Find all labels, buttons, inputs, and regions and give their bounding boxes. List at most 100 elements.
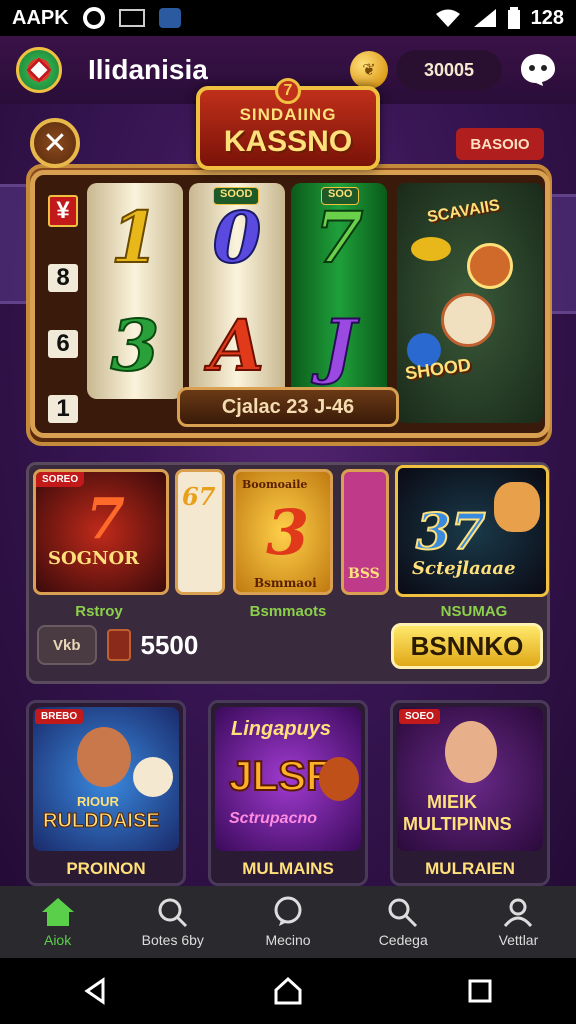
tile-label: Sctejlaaae [412,558,516,579]
status-bar: AAPK 128 [0,0,576,36]
search-icon [158,898,187,928]
card-art-main: MULTIPINNS [403,814,512,834]
nav-label: Cedega [378,932,428,948]
game-card[interactable]: BREBO RIOUR RULDDAISE PROINON [26,700,186,886]
nav-label: Aiok [43,932,72,948]
reel-1: 1 3 [87,183,183,399]
nav-search-2[interactable]: Cedega [346,886,461,958]
promo-top-text: SCAVAIIS [425,196,502,227]
home-nav-icon[interactable] [273,976,303,1006]
game-card[interactable]: SOEO MIEIK MULTIPINNS MULRAIEN [390,700,550,886]
chip-icon [467,243,513,289]
circle-icon [82,7,105,29]
king-mascot-icon [77,727,131,787]
tile-symbol: 37 [415,501,487,562]
bet-amount: 5500 [140,629,199,660]
reel-symbol: 7 [314,195,365,280]
chat-icon[interactable] [516,48,560,92]
side-symbol: ¥ [48,195,78,227]
person-mascot-icon [445,721,497,783]
card-art-sub: Sctrupacno [229,810,318,827]
battery-icon [507,7,520,29]
card-art: Lingapuys JLSR Sctrupacno [215,707,361,851]
back-icon[interactable] [81,976,111,1006]
home-icon [41,898,74,926]
app-icon [158,8,181,28]
game-tile[interactable]: 37 Sctejlaaae [395,465,549,597]
tile-label: SOGNOR [48,548,140,569]
card-caption: PROINON [66,859,146,878]
slot-reels[interactable]: ¥ 8 6 1 1 3 SOOD 0 A SOO 7 J SCAVAIIS SH… [30,170,550,438]
seven-badge: 7 [275,78,301,104]
tile-label: Bsmmaoi [254,576,317,590]
tile-symbol: 67 [182,482,216,511]
tile-top-label: Boomoaile [242,478,308,491]
nav-chat[interactable]: Mecino [230,886,345,958]
nav-search[interactable]: Botes 6by [115,886,230,958]
hero-tag-button[interactable]: BASOIO [456,128,544,160]
promo-side-art[interactable]: SCAVAIIS SHOOD [397,183,543,423]
decor-machine-right [548,194,576,314]
reel-symbol: J [321,303,356,388]
reel-symbol: A [209,303,265,388]
title-banner: 7 SINDAIING KASSNO [196,78,380,170]
nav-label: Mecino [265,932,311,948]
card-art-main: RULDDAISE [43,810,161,832]
reel-2: SOOD 0 A [189,183,285,399]
cat-mascot-icon [441,293,495,347]
reel-tag: SOO [321,187,360,205]
nav-label: Botes 6by [141,932,204,948]
chat-icon [274,896,302,926]
card-tag: BREBO [35,709,84,724]
reel-symbol: 3 [110,303,161,388]
nav-user[interactable]: Vettlar [461,886,576,958]
close-button[interactable]: ✕ [30,118,80,168]
signal-icon [473,9,496,27]
card-tag: SOEO [399,709,440,724]
chip-icon [106,629,131,661]
counter-display: Cjalac 23 J-46 [177,387,399,427]
game-card[interactable]: Lingapuys JLSR Sctrupacno MULMAINS [208,700,368,886]
recents-icon[interactable] [465,976,495,1006]
system-nav-bar [0,958,576,1024]
card-art: MIEIK MULTIPINNS [397,707,543,851]
balance-display[interactable]: 30005 [396,50,502,90]
coin-stack-icon [411,237,451,261]
tile-caption: NSUMAG [440,603,508,620]
featured-games-panel: SOREO 7 SOGNOR Rstroy 67 Boomoaile 3 Bsm… [26,462,550,684]
game-tile[interactable]: BSS [341,469,389,595]
logo-icon[interactable] [16,47,62,93]
fox-mascot-icon [319,757,359,801]
user-icon [504,898,533,927]
play-button[interactable]: BSNNKO [391,623,543,669]
banner-small-text: SINDAIING [239,105,337,124]
wifi-icon [435,9,460,27]
side-column: ¥ 8 6 1 [43,195,83,423]
game-tile[interactable]: 67 [175,469,225,595]
search-icon [388,898,418,928]
small-button[interactable]: Vkb [37,625,97,665]
cat-mascot-icon [133,757,173,797]
coin-icon[interactable]: ❦ [350,51,388,89]
nav-home[interactable]: Aiok [0,886,115,958]
tile-label: BSS [348,566,380,582]
status-app-label: AAPK [12,6,69,29]
banner-big-text: KASSNO [223,125,353,158]
app-title: Ilidanisia [88,54,208,85]
side-symbol: 1 [48,394,78,423]
shiba-mascot-icon [494,482,540,532]
bet-controls: Vkb 5500 [37,625,198,665]
nav-label: Vettlar [498,932,539,948]
reel-symbol: 1 [110,195,161,280]
card-art-top: MIEIK [427,792,478,812]
game-tile[interactable]: Boomoaile 3 Bsmmaoi [233,469,333,595]
tile-caption: Bsmmaots [249,603,327,620]
tile-symbol: 3 [266,496,310,569]
reel-tag: SOOD [213,187,260,205]
card-art-top: RIOUR [77,794,119,809]
card-caption: MULRAIEN [425,859,515,878]
tile-tag: SOREO [36,472,85,487]
side-symbol: 6 [48,329,78,358]
game-tile[interactable]: SOREO 7 SOGNOR [33,469,169,595]
image-icon [118,9,145,27]
